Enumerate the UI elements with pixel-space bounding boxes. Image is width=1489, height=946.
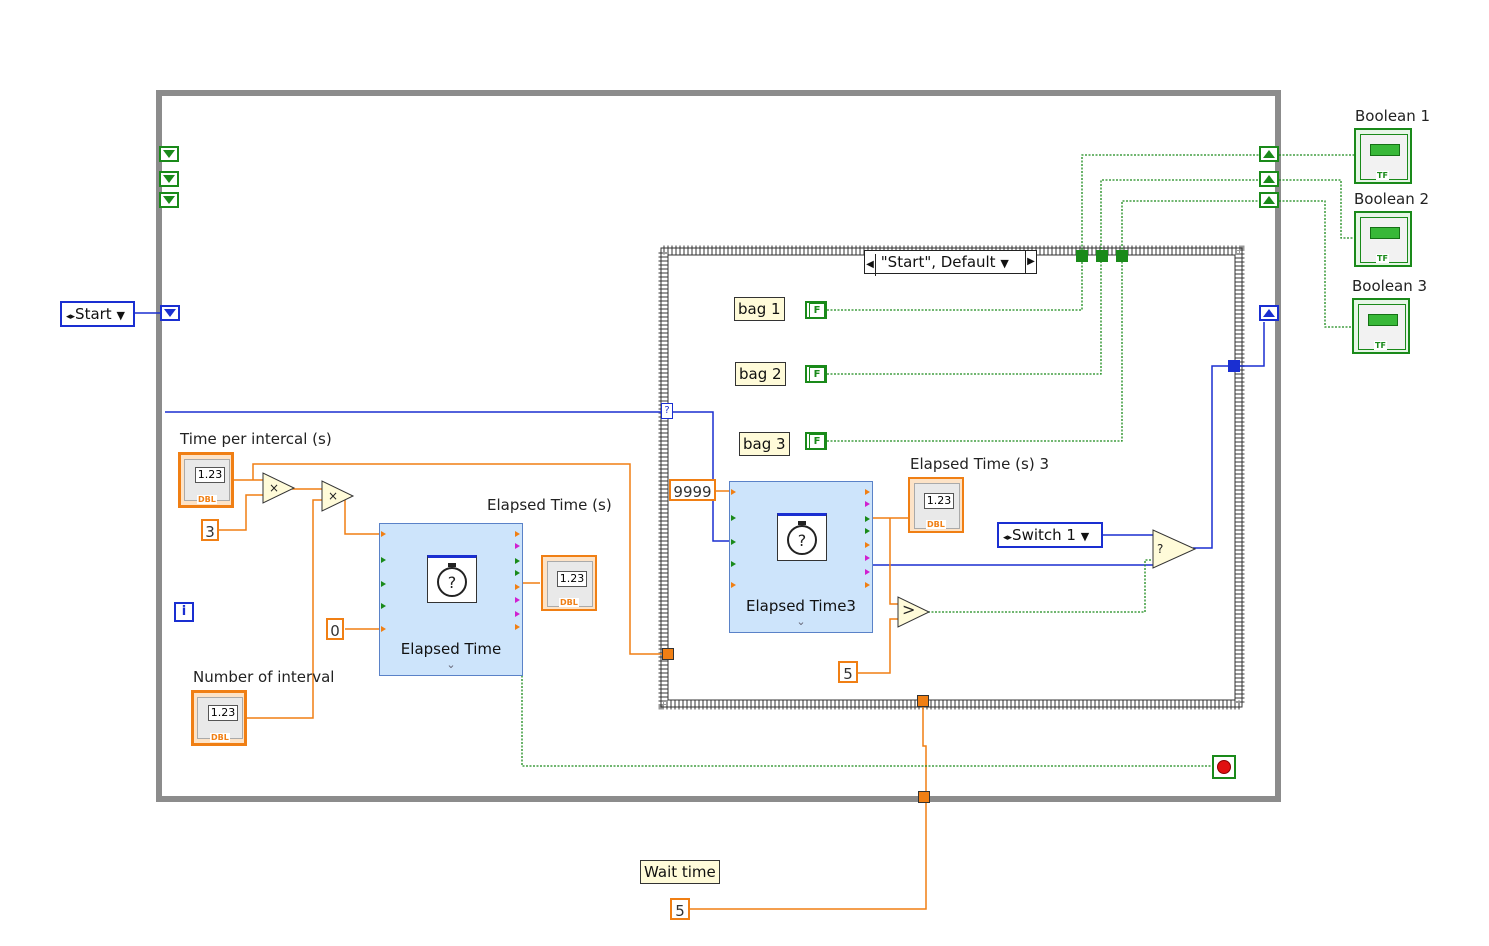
- false-constant-3[interactable]: F: [805, 432, 827, 450]
- select-glyph: ?: [1157, 542, 1164, 556]
- elapsed-time-s3-indicator[interactable]: 1.23 DBL: [908, 477, 964, 533]
- greater-glyph: >: [902, 600, 916, 619]
- constant-5-inner[interactable]: 5: [838, 661, 858, 683]
- shift-register-right-3[interactable]: [1259, 192, 1279, 208]
- boolean1-indicator[interactable]: TF: [1354, 128, 1412, 184]
- multiply-glyph-2: ×: [328, 489, 339, 503]
- tf-tag: TF: [1376, 171, 1389, 180]
- wait-constant-5[interactable]: 5: [670, 898, 690, 920]
- shift-register-right-2[interactable]: [1259, 171, 1279, 187]
- bag1-constant[interactable]: bag 1: [734, 297, 785, 321]
- start-enum-constant[interactable]: ◂▸Start ▼: [60, 301, 135, 327]
- dbl-tag: DBL: [926, 520, 946, 529]
- case-output-tunnel-2[interactable]: [1096, 250, 1108, 262]
- led-icon: [1370, 144, 1400, 156]
- case-selector-value: "Start", Default: [880, 253, 996, 271]
- iteration-terminal[interactable]: i: [174, 602, 194, 622]
- dropdown-arrow-icon[interactable]: ▼: [1000, 257, 1008, 270]
- elapsed-time-s-indicator[interactable]: 1.23 DBL: [541, 555, 597, 611]
- dbl-tag: DBL: [210, 733, 230, 742]
- shift-register-left-3[interactable]: [159, 192, 179, 208]
- led-icon: [1370, 227, 1400, 239]
- false-constant-2[interactable]: F: [805, 365, 827, 383]
- case-output-tunnel-enum[interactable]: [1228, 360, 1240, 372]
- shift-register-left-enum[interactable]: [160, 305, 180, 321]
- dbl-tag: DBL: [559, 598, 579, 607]
- loop-stop-terminal[interactable]: [1212, 755, 1236, 779]
- shift-register-left-1[interactable]: [159, 146, 179, 162]
- dbl-tag: DBL: [197, 495, 217, 504]
- boolean1-label: Boolean 1: [1355, 107, 1431, 125]
- numeric-display: 1.23: [208, 705, 238, 721]
- case-selector-label[interactable]: ◀ "Start", Default ▼ ▶: [864, 250, 1037, 276]
- bag2-constant[interactable]: bag 2: [735, 362, 786, 386]
- multiply-glyph-1: ×: [269, 481, 280, 495]
- case-output-tunnel-3[interactable]: [1116, 250, 1128, 262]
- led-icon: [1368, 314, 1398, 326]
- shift-register-right-1[interactable]: [1259, 146, 1279, 162]
- timeout-constant-9999[interactable]: 9999: [669, 479, 716, 501]
- constant-0[interactable]: 0: [326, 618, 344, 640]
- constant-3[interactable]: 3: [201, 519, 219, 541]
- number-of-interval-control[interactable]: 1.23 DBL: [191, 690, 247, 746]
- wait-time-label: Wait time: [640, 860, 720, 884]
- number-of-interval-label: Number of interval: [193, 668, 335, 686]
- next-case-icon[interactable]: ▶: [1025, 251, 1036, 273]
- shift-register-right-enum[interactable]: [1259, 305, 1279, 321]
- shift-register-left-2[interactable]: [159, 171, 179, 187]
- switch1-label: Switch 1: [1012, 526, 1076, 544]
- loop-input-tunnel-wait[interactable]: [918, 791, 930, 803]
- switch1-enum-constant[interactable]: ◂▸Switch 1 ▼: [997, 522, 1103, 548]
- time-per-interval-label: Time per intercal (s): [180, 430, 332, 448]
- numeric-display: 1.23: [924, 493, 954, 509]
- previous-case-icon[interactable]: ◀: [865, 254, 876, 276]
- boolean3-label: Boolean 3: [1352, 277, 1428, 295]
- numeric-display: 1.23: [195, 467, 225, 483]
- tf-tag: TF: [1374, 341, 1387, 350]
- time-per-interval-control[interactable]: 1.23 DBL: [178, 452, 234, 508]
- dropdown-arrow-icon: ▼: [1080, 530, 1090, 543]
- case-output-tunnel-1[interactable]: [1076, 250, 1088, 262]
- case-input-tunnel-numeric[interactable]: [662, 648, 674, 660]
- elapsed-time-terminals: [381, 531, 520, 632]
- elapsed-time-s3-label: Elapsed Time (s) 3: [910, 455, 1049, 473]
- bag3-constant[interactable]: bag 3: [739, 432, 790, 456]
- false-constant-1[interactable]: F: [805, 301, 827, 319]
- elapsed-time-s-label: Elapsed Time (s): [487, 496, 612, 514]
- case-input-tunnel-wait[interactable]: [917, 695, 929, 707]
- dropdown-arrow-icon: ▼: [116, 309, 125, 322]
- elapsed-time3-terminals: [731, 489, 870, 588]
- case-selector-terminal[interactable]: ?: [661, 403, 673, 419]
- numeric-display: 1.23: [557, 571, 587, 587]
- boolean2-indicator[interactable]: TF: [1354, 211, 1412, 267]
- boolean2-label: Boolean 2: [1354, 190, 1430, 208]
- tf-tag: TF: [1376, 254, 1389, 263]
- start-enum-label: Start: [75, 305, 112, 323]
- boolean3-indicator[interactable]: TF: [1352, 298, 1410, 354]
